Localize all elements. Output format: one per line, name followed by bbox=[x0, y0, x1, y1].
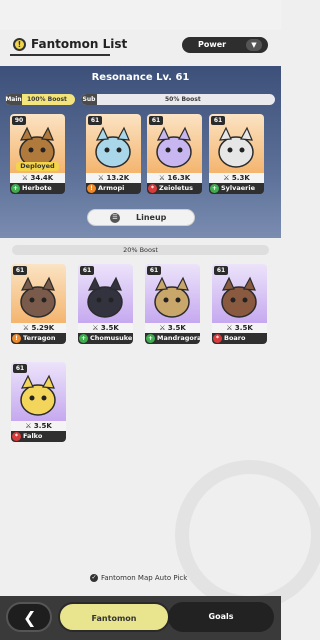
power-stat: ⚔ 3.5K bbox=[78, 323, 133, 333]
creature-portrait bbox=[20, 374, 56, 416]
power-stat: ⚔ 16.3K bbox=[147, 173, 202, 183]
power-stat: ⚔ 5.29K bbox=[11, 323, 66, 333]
level-badge: 61 bbox=[13, 364, 27, 373]
creature-portrait bbox=[154, 276, 190, 318]
fantomon-card[interactable]: 61 ⚔ 3.5K Falko * bbox=[11, 362, 66, 442]
level-badge: 61 bbox=[13, 266, 27, 275]
level-badge: 61 bbox=[80, 266, 94, 275]
fantomon-card[interactable]: 61 ⚔ 5.3K Sylvaerie + bbox=[209, 114, 264, 194]
fantomon-card[interactable]: 61 ⚔ 5.29K Terragon! bbox=[11, 264, 66, 344]
element-icon: ! bbox=[87, 184, 96, 193]
info-icon[interactable]: ! bbox=[13, 38, 26, 51]
tab-goals[interactable]: Goals bbox=[168, 602, 274, 632]
sort-label: Power bbox=[198, 40, 227, 49]
sub-boost-bar: Sub 50% Boost bbox=[81, 94, 275, 105]
chevron-down-icon: ▼ bbox=[246, 39, 262, 51]
team-panel: Resonance Lv. 61 Main 100% Boost Sub 50%… bbox=[0, 66, 281, 238]
list-boost-bar: 20% Boost bbox=[12, 245, 269, 255]
auto-pick-label: Fantomon Map Auto Pick bbox=[101, 574, 188, 582]
fantomon-card[interactable]: 61 ⚔ 16.3K Zeioletus * bbox=[147, 114, 202, 194]
creature-portrait bbox=[87, 276, 123, 318]
main-boost-text: 100% Boost bbox=[27, 96, 67, 103]
header: ! Fantomon List Power ▼ bbox=[0, 30, 281, 66]
level-badge: 61 bbox=[211, 116, 225, 125]
back-button[interactable]: ❮ bbox=[6, 602, 52, 632]
title-underline bbox=[10, 54, 110, 56]
check-icon: ✓ bbox=[90, 574, 98, 582]
page-title: Fantomon List bbox=[31, 37, 128, 51]
creature-portrait bbox=[156, 126, 192, 168]
element-icon: * bbox=[148, 184, 157, 193]
power-stat: ⚔ 3.5K bbox=[212, 323, 267, 333]
element-icon: * bbox=[213, 334, 222, 343]
power-stat: ⚔ 13.2K bbox=[86, 173, 141, 183]
deployed-badge: Deployed bbox=[16, 162, 59, 171]
lineup-label: Lineup bbox=[136, 213, 167, 222]
fantomon-card[interactable]: 61 ⚔ 3.5K Mandragora + bbox=[145, 264, 200, 344]
fantomon-card[interactable]: 90 Deployed ⚔ 34.4K Herbote + bbox=[10, 114, 65, 194]
chevron-left-icon: ❮ bbox=[23, 608, 37, 627]
tab-fantomon[interactable]: Fantomon bbox=[58, 602, 170, 632]
sub-boost-text: 50% Boost bbox=[165, 96, 201, 103]
creature-portrait bbox=[221, 276, 257, 318]
level-badge: 61 bbox=[147, 266, 161, 275]
sub-tag: Sub bbox=[81, 94, 97, 105]
fantomon-card[interactable]: 61 ⚔ 13.2K Armopi! bbox=[86, 114, 141, 194]
power-stat: ⚔ 5.3K bbox=[209, 173, 264, 183]
element-icon: + bbox=[79, 334, 88, 343]
main-boost-bar: Main 100% Boost bbox=[5, 94, 75, 105]
auto-pick-toggle[interactable]: ✓ Fantomon Map Auto Pick bbox=[90, 574, 187, 582]
resonance-level: Resonance Lv. 61 bbox=[91, 72, 190, 83]
power-stat: ⚔ 34.4K bbox=[10, 173, 65, 183]
level-badge: 90 bbox=[12, 116, 26, 125]
element-icon: * bbox=[12, 432, 21, 441]
element-icon: + bbox=[210, 184, 219, 193]
status-bar bbox=[0, 0, 281, 30]
fantomon-card[interactable]: 61 ⚔ 3.5K Chomusuke + bbox=[78, 264, 133, 344]
element-icon: ! bbox=[12, 334, 21, 343]
creature-portrait bbox=[218, 126, 254, 168]
lineup-icon: ☰ bbox=[110, 213, 120, 223]
fantomon-card[interactable]: 61 ⚔ 3.5K Boaro * bbox=[212, 264, 267, 344]
element-icon: + bbox=[11, 184, 20, 193]
level-badge: 61 bbox=[149, 116, 163, 125]
background-emblem bbox=[175, 460, 320, 610]
level-badge: 61 bbox=[88, 116, 102, 125]
sort-dropdown[interactable]: Power ▼ bbox=[182, 37, 268, 53]
level-badge: 61 bbox=[214, 266, 228, 275]
lineup-button[interactable]: ☰ Lineup bbox=[87, 209, 195, 226]
element-icon: + bbox=[146, 334, 155, 343]
main-tag: Main bbox=[5, 94, 22, 105]
power-stat: ⚔ 3.5K bbox=[145, 323, 200, 333]
creature-portrait bbox=[20, 276, 56, 318]
power-stat: ⚔ 3.5K bbox=[11, 421, 66, 431]
creature-portrait bbox=[95, 126, 131, 168]
